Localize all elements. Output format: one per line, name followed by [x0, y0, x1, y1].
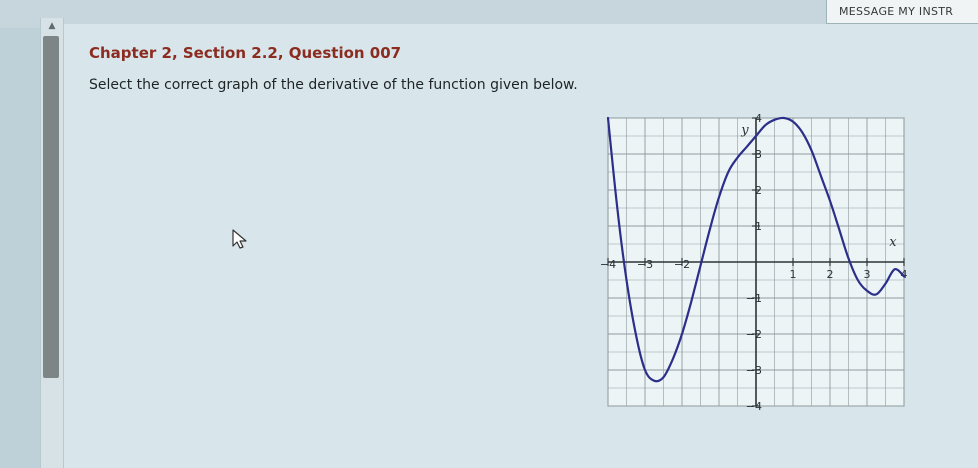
x-tick-label: 2 — [827, 268, 834, 281]
y-tick-label: 4 — [755, 112, 762, 125]
y-tick-label: 1 — [755, 220, 762, 233]
y-axis-label: y — [740, 123, 749, 138]
y-tick-label: −4 — [746, 400, 762, 410]
x-tick-label: 3 — [864, 268, 871, 281]
y-tick-label: −3 — [746, 364, 762, 377]
y-tick-label: 2 — [755, 184, 762, 197]
question-title: Chapter 2, Section 2.2, Question 007 — [89, 44, 402, 62]
x-tick-label: 1 — [790, 268, 797, 281]
scroll-thumb[interactable] — [43, 36, 59, 378]
left-gutter — [0, 28, 40, 468]
scroll-up-arrow-icon[interactable]: ▲ — [45, 20, 59, 32]
y-tick-label: −2 — [746, 328, 762, 341]
y-tick-label: −1 — [746, 292, 762, 305]
x-axis-label: x — [889, 235, 897, 250]
function-graph: −4 −3 −21 2 3 44321−1−2−3−4 x y — [600, 112, 908, 410]
question-prompt: Select the correct graph of the derivati… — [89, 77, 578, 93]
vertical-scrollbar[interactable]: ▲ — [40, 18, 64, 468]
x-tick-label: −2 — [674, 258, 690, 271]
message-instructor-button[interactable]: MESSAGE MY INSTR — [826, 0, 978, 24]
x-tick-label: −4 — [600, 258, 616, 271]
x-tick-label: −3 — [637, 258, 653, 271]
mouse-pointer-icon — [232, 229, 247, 249]
y-tick-label: 3 — [755, 148, 762, 161]
